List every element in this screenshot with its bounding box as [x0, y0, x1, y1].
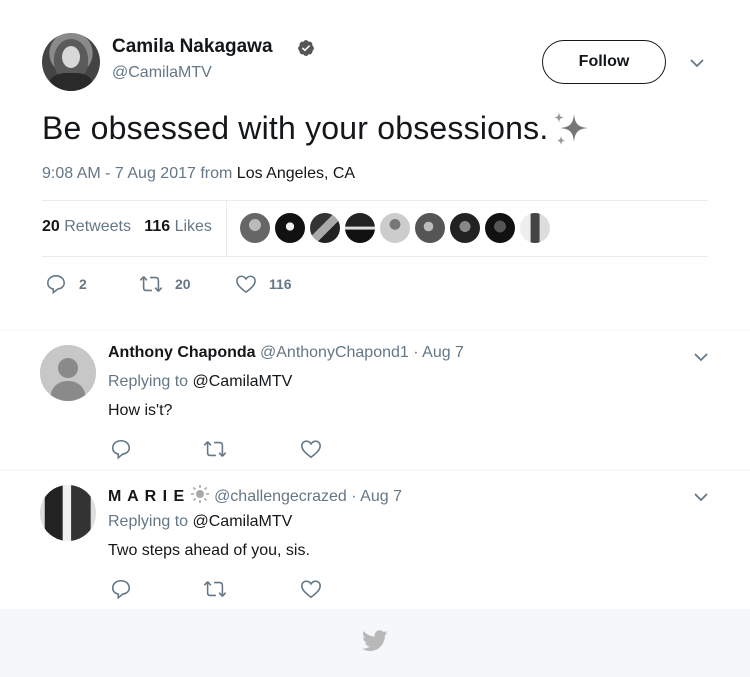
reply-avatar[interactable] — [40, 345, 96, 401]
tweet-stats: 20 Retweets 116 Likes — [42, 218, 212, 236]
heart-icon[interactable] — [300, 438, 322, 460]
heart-icon — [236, 275, 256, 294]
reply-author-handle[interactable]: @AnthonyChapond1 — [260, 344, 409, 361]
liker-avatar[interactable] — [485, 213, 515, 243]
likes-count: 116 — [144, 218, 171, 235]
tweet-meta: 9:08 AM - 7 Aug 2017 from Los Angeles, C… — [42, 165, 355, 183]
divider — [42, 200, 708, 201]
replying-label: Replying to — [108, 373, 189, 390]
heart-icon[interactable] — [300, 578, 322, 600]
reply-author-handle[interactable]: @challengecrazed — [214, 488, 347, 505]
likes-stat[interactable]: 116 Likes — [144, 218, 212, 235]
sparkles-icon — [554, 112, 588, 145]
chevron-down-icon[interactable] — [691, 349, 711, 365]
reply-date[interactable]: · Aug 7 — [413, 344, 464, 361]
reply-text: How is't? — [108, 402, 173, 419]
tweet-text: Be obsessed with your obsessions. — [42, 110, 549, 146]
verified-badge-icon — [298, 40, 314, 56]
chevron-down-icon[interactable] — [687, 55, 707, 71]
retweet-icon[interactable] — [203, 438, 227, 460]
reply-icon — [47, 275, 65, 294]
liker-avatar[interactable] — [240, 213, 270, 243]
liker-avatar[interactable] — [520, 213, 550, 243]
like-action[interactable]: 116 — [235, 274, 292, 294]
sun-icon — [190, 485, 209, 503]
author-name[interactable]: Camila Nakagawa — [112, 36, 273, 58]
liker-avatar[interactable] — [450, 213, 480, 243]
default-avatar-icon — [40, 345, 96, 401]
retweets-label: Retweets — [64, 218, 131, 235]
divider — [42, 256, 708, 257]
reply-count: 2 — [79, 276, 87, 292]
reply-header: Anthony Chaponda @AnthonyChapond1 · Aug … — [108, 344, 464, 362]
replying-to: Replying to @CamilaMTV — [108, 373, 292, 391]
follow-button[interactable]: Follow — [542, 40, 666, 84]
from-label: from — [200, 165, 233, 182]
reply-action[interactable]: 2 — [45, 274, 87, 294]
twitter-bird-icon — [362, 630, 388, 651]
reply-date[interactable]: · Aug 7 — [351, 488, 402, 505]
reply-tweet[interactable]: M A R I E @challengecrazed · Aug 7 Reply… — [0, 471, 750, 609]
author-avatar[interactable] — [42, 33, 100, 91]
reply-icon[interactable] — [110, 578, 132, 600]
retweet-icon — [139, 276, 163, 292]
reply-icon[interactable] — [110, 438, 132, 460]
liker-avatar[interactable] — [380, 213, 410, 243]
like-count: 116 — [269, 276, 292, 292]
retweets-count: 20 — [42, 218, 60, 235]
retweet-action[interactable]: 20 — [139, 274, 191, 294]
main-tweet: Camila Nakagawa @CamilaMTV Follow Be obs… — [0, 0, 750, 330]
replying-to: Replying to @CamilaMTV — [108, 513, 292, 531]
reply-author-name[interactable]: Anthony Chaponda — [108, 344, 256, 361]
reply-text: Two steps ahead of you, sis. — [108, 542, 310, 559]
reply-avatar[interactable] — [40, 485, 96, 541]
tweet-timestamp[interactable]: 9:08 AM - 7 Aug 2017 — [42, 165, 196, 182]
replying-label: Replying to — [108, 513, 189, 530]
liker-avatar[interactable] — [310, 213, 340, 243]
liker-avatars — [240, 213, 555, 245]
retweet-icon[interactable] — [203, 578, 227, 600]
reply-author-name[interactable]: M A R I E — [108, 488, 185, 505]
author-handle[interactable]: @CamilaMTV — [112, 64, 212, 82]
retweet-count: 20 — [175, 276, 191, 292]
stats-divider — [226, 200, 227, 256]
liker-avatar[interactable] — [345, 213, 375, 243]
retweets-stat[interactable]: 20 Retweets — [42, 218, 131, 235]
liker-avatar[interactable] — [415, 213, 445, 243]
liker-avatar[interactable] — [275, 213, 305, 243]
likes-label: Likes — [174, 218, 212, 235]
replying-handle[interactable]: @CamilaMTV — [193, 373, 293, 390]
chevron-down-icon[interactable] — [691, 489, 711, 505]
reply-header: M A R I E @challengecrazed · Aug 7 — [108, 484, 402, 506]
replying-handle[interactable]: @CamilaMTV — [193, 513, 293, 530]
reply-tweet[interactable]: Anthony Chaponda @AnthonyChapond1 · Aug … — [0, 331, 750, 469]
tweet-location[interactable]: Los Angeles, CA — [237, 165, 355, 182]
